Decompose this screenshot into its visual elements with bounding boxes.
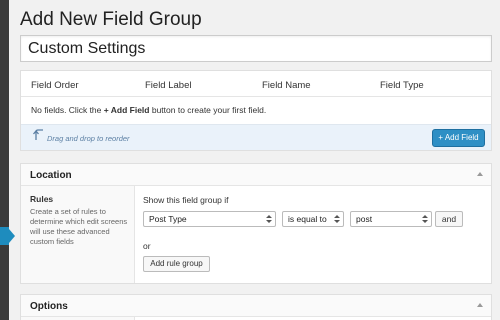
current-menu-arrow-icon bbox=[9, 229, 15, 243]
options-title: Options bbox=[30, 301, 68, 312]
select-arrows-icon bbox=[266, 215, 272, 223]
add-field-button[interactable]: + Add Field bbox=[432, 129, 485, 147]
rule-value-select[interactable]: post bbox=[350, 211, 432, 227]
column-field-type: Field Type bbox=[380, 80, 424, 91]
or-label: or bbox=[143, 241, 151, 251]
field-group-title-input[interactable]: Custom Settings bbox=[20, 35, 492, 62]
collapse-arrow-icon[interactable] bbox=[477, 172, 483, 176]
rule-operator-value: is equal to bbox=[288, 214, 327, 224]
rule-param-value: Post Type bbox=[149, 214, 187, 224]
no-fields-message: No fields. Click the + Add Field button … bbox=[21, 97, 491, 124]
no-fields-suffix: button to create your first field. bbox=[149, 105, 267, 115]
add-rule-group-button[interactable]: Add rule group bbox=[143, 256, 210, 272]
location-title: Location bbox=[30, 170, 72, 181]
curved-arrow-icon bbox=[33, 129, 43, 140]
rules-description: Create a set of rules to determine which… bbox=[30, 207, 128, 246]
rule-param-select[interactable]: Post Type bbox=[143, 211, 276, 227]
no-fields-add-link: + Add Field bbox=[103, 105, 150, 115]
rules-label: Rules bbox=[30, 194, 54, 204]
collapse-arrow-icon[interactable] bbox=[477, 303, 483, 307]
rule-value-value: post bbox=[356, 214, 373, 224]
fields-table: Field Order Field Label Field Name Field… bbox=[20, 70, 492, 151]
column-field-name: Field Name bbox=[262, 80, 311, 91]
rules-editor: Show this field group if Post Type is eq… bbox=[143, 186, 491, 283]
no-fields-prefix: No fields. Click the bbox=[31, 105, 104, 115]
current-menu-indicator bbox=[0, 227, 9, 245]
drag-hint-text: Drag and drop to reorder bbox=[47, 134, 130, 143]
location-box: Location Rules Create a set of rules to … bbox=[20, 163, 492, 284]
fields-table-header: Field Order Field Label Field Name Field… bbox=[21, 71, 491, 97]
select-arrows-icon bbox=[334, 215, 340, 223]
admin-menu-strip bbox=[0, 0, 9, 320]
location-header[interactable]: Location bbox=[21, 164, 491, 186]
show-if-label: Show this field group if bbox=[143, 195, 229, 205]
fields-footer: Drag and drop to reorder + Add Field bbox=[21, 124, 491, 150]
options-header[interactable]: Options bbox=[21, 295, 491, 317]
column-field-label: Field Label bbox=[145, 80, 192, 91]
add-and-rule-button[interactable]: and bbox=[435, 211, 463, 227]
select-arrows-icon bbox=[422, 215, 428, 223]
options-box: Options bbox=[20, 294, 492, 320]
rule-operator-select[interactable]: is equal to bbox=[282, 211, 344, 227]
column-field-order: Field Order bbox=[31, 80, 79, 91]
page-title: Add New Field Group bbox=[20, 9, 202, 30]
rules-label-column: Rules Create a set of rules to determine… bbox=[21, 186, 135, 283]
